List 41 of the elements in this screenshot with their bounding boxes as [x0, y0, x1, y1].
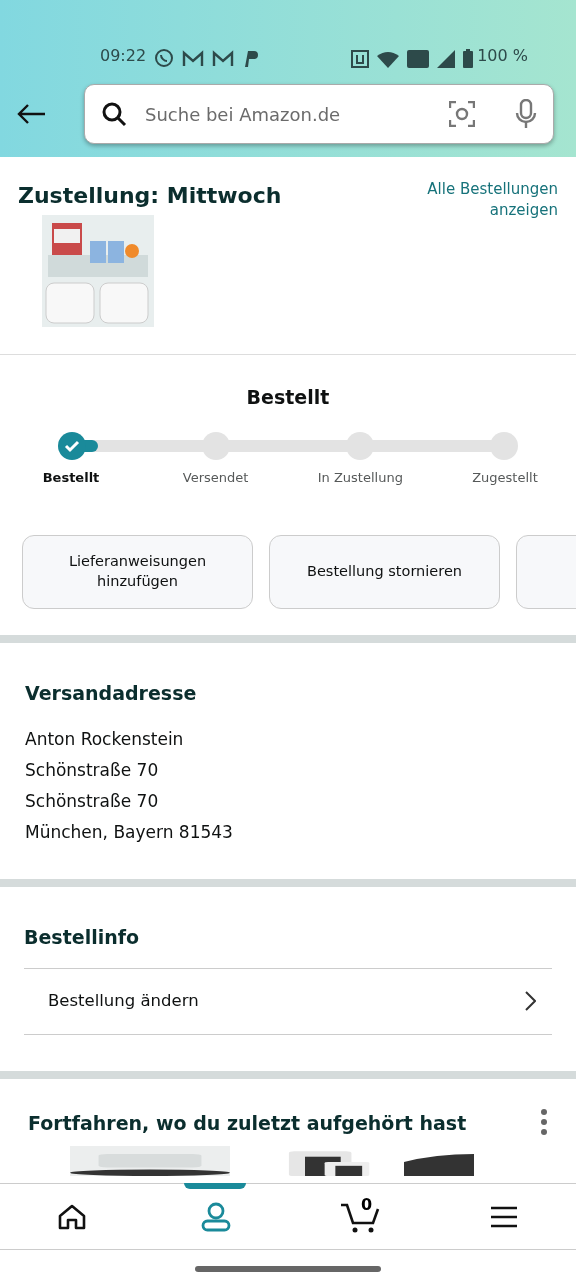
step-label: Versendet: [181, 468, 250, 487]
address-line: Anton Rockenstein: [25, 727, 185, 751]
battery-icon: [463, 49, 474, 68]
address-line: Schönstraße 70: [25, 758, 160, 782]
status-time: 09:22: [100, 45, 147, 67]
search-field[interactable]: Suche bei Amazon.de: [84, 84, 554, 144]
all-orders-link[interactable]: Alle Bestellungen anzeigen: [418, 179, 558, 221]
mail-icon: [182, 50, 205, 68]
camera-scan-icon[interactable]: [449, 101, 475, 127]
step-label: Bestellt: [41, 468, 101, 487]
microphone-icon[interactable]: [515, 99, 537, 129]
step-label: In Zustellung: [316, 468, 404, 487]
whatsapp-icon: [154, 48, 175, 68]
signal-icon: [437, 50, 456, 68]
battery-level: 100 %: [477, 45, 528, 67]
search-icon: [101, 101, 127, 127]
cart-count: 0: [361, 1197, 373, 1213]
step-label: Zugestellt: [471, 468, 539, 487]
section-title: Fortfahren, wo du zuletzt aufgehört hast: [28, 1111, 467, 1136]
payment-icon: [242, 50, 259, 68]
wifi-icon: [377, 52, 400, 68]
status-title: Bestellt: [245, 385, 331, 410]
address-line: München, Bayern 81543: [25, 820, 234, 844]
section-title: Versandadresse: [25, 681, 198, 706]
action-button[interactable]: Bestellung stornieren: [269, 535, 500, 609]
menu-icon: [490, 1205, 518, 1228]
more-options-icon[interactable]: [540, 1109, 548, 1135]
back-arrow-icon[interactable]: [16, 103, 46, 125]
action-button[interactable]: Lieferanweisungen hinzufügen: [22, 535, 253, 609]
home-icon: [58, 1203, 86, 1230]
delivery-title: Zustellung: Mittwoch: [18, 182, 282, 210]
list-row[interactable]: Bestellung ändern: [24, 967, 552, 1035]
nfc-icon: [351, 50, 370, 68]
chevron-right-icon: [524, 991, 536, 1011]
account-icon: [201, 1201, 231, 1232]
mail-icon: [212, 50, 235, 68]
address-line: Schönstraße 70: [25, 789, 160, 813]
selected-indicator: [184, 1183, 246, 1189]
volte-icon: [407, 50, 430, 68]
nav-tab[interactable]: 0: [288, 1184, 432, 1249]
section-title: Bestellinfo: [24, 925, 141, 950]
